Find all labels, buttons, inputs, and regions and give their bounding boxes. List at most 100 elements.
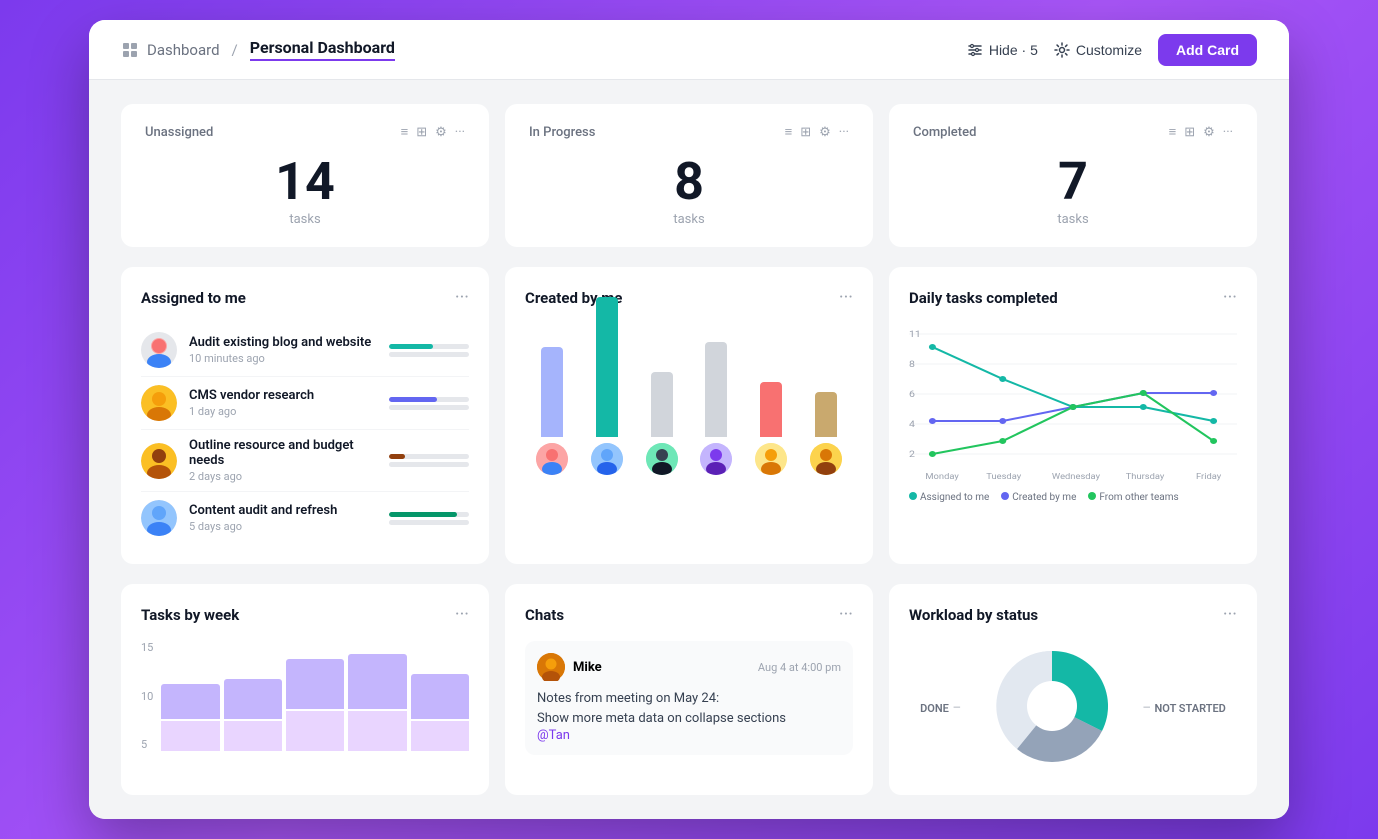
- bar-seg: [411, 721, 469, 751]
- daily-tasks-menu[interactable]: ···: [1223, 287, 1237, 308]
- daily-tasks-title: Daily tasks completed: [909, 289, 1058, 307]
- not-started-text: NOT STARTED: [1155, 702, 1226, 715]
- task-time: 2 days ago: [189, 470, 377, 483]
- bar-seg: [411, 674, 469, 719]
- avatar: [141, 332, 177, 368]
- bar-seg: [161, 721, 219, 751]
- svg-text:4: 4: [909, 420, 915, 430]
- created-by-me-card: Created by me ···: [505, 267, 873, 564]
- task-item: Content audit and refresh 5 days ago: [141, 492, 469, 544]
- settings-icon[interactable]: ⚙: [819, 125, 831, 140]
- task-time: 5 days ago: [189, 520, 377, 533]
- stat-card-inprogress: In Progress ≡ ⊞ ⚙ ··· 8 tasks: [505, 104, 873, 247]
- app-container: Dashboard / Personal Dashboard Hide · 5: [89, 20, 1289, 819]
- chat-text-line1: Notes from meeting on May 24:: [537, 689, 841, 709]
- bar-seg: [224, 679, 282, 719]
- filter-icon[interactable]: ≡: [1169, 124, 1177, 140]
- expand-icon[interactable]: ⊞: [416, 125, 427, 140]
- tasks-by-week-title: Tasks by week: [141, 606, 239, 624]
- svg-text:Tuesday: Tuesday: [986, 473, 1022, 482]
- stat-title-completed: Completed: [913, 125, 976, 140]
- svg-text:2: 2: [909, 450, 915, 460]
- task-item: Audit existing blog and website 10 minut…: [141, 324, 469, 377]
- more-icon[interactable]: ···: [839, 125, 849, 140]
- done-text: DONE: [920, 702, 949, 715]
- stat-card-completed: Completed ≡ ⊞ ⚙ ··· 7 tasks: [889, 104, 1257, 247]
- not-started-label: — NOT STARTED: [1143, 702, 1226, 715]
- task-name: Outline resource and budget needs: [189, 438, 377, 468]
- hide-label: Hide · 5: [989, 42, 1038, 58]
- bar-seg: [224, 721, 282, 751]
- y-label: 10: [141, 690, 153, 703]
- chats-menu[interactable]: ···: [839, 604, 853, 625]
- bar-avatar: [646, 443, 678, 475]
- breadcrumb-root[interactable]: Dashboard: [147, 41, 220, 59]
- assigned-to-me-card: Assigned to me ··· Audit existing blog a…: [121, 267, 489, 564]
- svg-text:Wednesday: Wednesday: [1052, 473, 1101, 482]
- bar-seg: [161, 684, 219, 719]
- bar: [651, 372, 673, 437]
- daily-tasks-card: Daily tasks completed ··· 11 8 6: [889, 267, 1257, 564]
- chat-timestamp: Aug 4 at 4:00 pm: [758, 661, 841, 674]
- page-title: Personal Dashboard: [250, 38, 395, 61]
- settings-icon[interactable]: ⚙: [1203, 125, 1215, 140]
- bar-avatar: [700, 443, 732, 475]
- bar: [541, 347, 563, 437]
- done-arrow: —: [953, 703, 961, 714]
- tasks-by-week-menu[interactable]: ···: [455, 604, 469, 625]
- expand-icon[interactable]: ⊞: [800, 125, 811, 140]
- customize-button[interactable]: Customize: [1054, 42, 1142, 58]
- stat-label-inprogress: tasks: [529, 212, 849, 227]
- filter-icon[interactable]: ≡: [785, 124, 793, 140]
- week-chart: 15 10 5: [141, 641, 469, 751]
- stat-actions-completed: ≡ ⊞ ⚙ ···: [1169, 124, 1233, 140]
- done-label: DONE —: [920, 702, 961, 715]
- gear-icon: [1054, 42, 1070, 58]
- created-menu[interactable]: ···: [839, 287, 853, 308]
- pie-chart: [977, 641, 1127, 775]
- bar: [596, 297, 618, 437]
- dashboard-icon: [121, 41, 139, 59]
- bar-seg: [348, 654, 406, 709]
- task-name: Content audit and refresh: [189, 503, 377, 518]
- y-label: 5: [141, 738, 153, 751]
- add-card-button[interactable]: Add Card: [1158, 34, 1257, 66]
- workload-menu[interactable]: ···: [1223, 604, 1237, 625]
- more-icon[interactable]: ···: [1223, 125, 1233, 140]
- bar-chart: [525, 324, 853, 479]
- header: Dashboard / Personal Dashboard Hide · 5: [89, 20, 1289, 80]
- legend-assigned: Assigned to me: [920, 492, 989, 503]
- settings-icon[interactable]: ⚙: [435, 125, 447, 140]
- bar: [815, 392, 837, 437]
- expand-icon[interactable]: ⊞: [1184, 125, 1195, 140]
- chat-message: Mike Aug 4 at 4:00 pm Notes from meeting…: [525, 641, 853, 755]
- svg-text:Thursday: Thursday: [1126, 473, 1166, 482]
- y-label: 15: [141, 641, 153, 654]
- assigned-menu[interactable]: ···: [455, 287, 469, 308]
- svg-text:11: 11: [909, 330, 921, 340]
- stat-title-inprogress: In Progress: [529, 125, 595, 140]
- stat-actions-unassigned: ≡ ⊞ ⚙ ···: [401, 124, 465, 140]
- chat-text-line2: Show more meta data on collapse sections: [537, 709, 841, 729]
- stat-card-unassigned: Unassigned ≡ ⊞ ⚙ ··· 14 tasks: [121, 104, 489, 247]
- avatar: [141, 385, 177, 421]
- line-chart: 11 8 6 4 2: [909, 324, 1237, 484]
- task-name: Audit existing blog and website: [189, 335, 377, 350]
- breadcrumb-separator: /: [232, 41, 238, 59]
- bottom-row: Tasks by week ··· 15 10 5: [121, 584, 1257, 795]
- workload-card: Workload by status ··· DONE —: [889, 584, 1257, 795]
- bar-avatar: [755, 443, 787, 475]
- hide-button[interactable]: Hide · 5: [967, 42, 1038, 58]
- stat-number-completed: 7: [913, 156, 1233, 208]
- assigned-title: Assigned to me: [141, 289, 246, 307]
- chat-sender-name: Mike: [573, 660, 602, 675]
- legend-other: From other teams: [1099, 492, 1178, 503]
- task-time: 10 minutes ago: [189, 352, 377, 365]
- svg-text:8: 8: [909, 360, 915, 370]
- chat-avatar: [537, 653, 565, 681]
- chat-mention[interactable]: @Tan: [537, 728, 841, 743]
- not-started-arrow: —: [1143, 703, 1151, 714]
- stat-number-inprogress: 8: [529, 156, 849, 208]
- more-icon[interactable]: ···: [455, 125, 465, 140]
- filter-icon[interactable]: ≡: [401, 124, 409, 140]
